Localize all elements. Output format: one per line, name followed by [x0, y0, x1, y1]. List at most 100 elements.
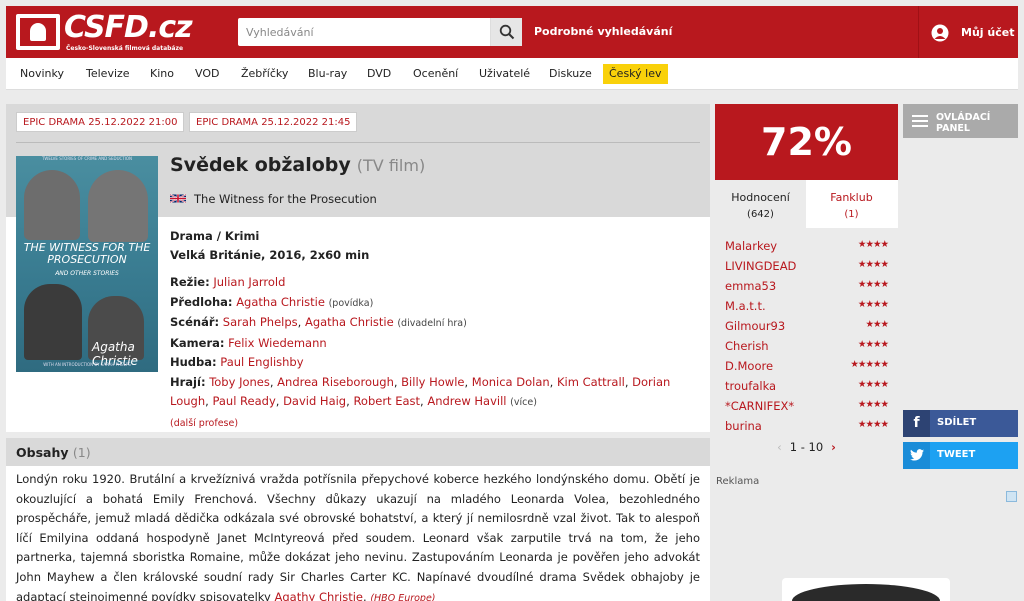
nav-vod[interactable]: VOD — [189, 64, 225, 84]
actor-link[interactable]: Monica Dolan — [472, 375, 550, 389]
person-link[interactable]: Felix Wiedemann — [228, 336, 327, 350]
film-credits: Režie: Julian Jarrold Předloha: Agatha C… — [170, 273, 700, 433]
user-link[interactable]: Malarkey — [725, 239, 777, 253]
ratings-pager: ‹ 1 - 10 › — [715, 440, 898, 454]
user-link[interactable]: burina — [725, 419, 762, 433]
user-link[interactable]: LIVINGDEAD — [725, 259, 796, 273]
advanced-search-link[interactable]: Podrobné vyhledávání — [534, 25, 672, 38]
star-rating: ★★★★ — [857, 339, 889, 350]
actor-link[interactable]: Paul Ready — [212, 394, 275, 408]
tab-ratings[interactable]: Hodnocení (642) — [715, 180, 806, 228]
account-menu[interactable]: Můj účet — [918, 6, 1018, 58]
person-link[interactable]: Julian Jarrold — [213, 275, 285, 289]
nav-uzivatele[interactable]: Uživatelé — [473, 64, 536, 84]
search-box — [238, 18, 522, 46]
control-panel-label: OVLÁDACÍ PANEL — [936, 112, 991, 134]
site-header: CSFD.cz Česko-Slovenská filmová databáze… — [6, 6, 1018, 58]
more-professions-link[interactable]: (další profese) — [170, 418, 238, 429]
person-link[interactable]: Agatha Christie — [236, 295, 325, 309]
star-rating: ★★★★ — [857, 419, 889, 430]
nav-televize[interactable]: Televize — [80, 64, 136, 84]
uk-flag-icon — [170, 193, 186, 204]
poster-top-text: TWELVE STORIES OF CRIME AND SEDUCTION — [41, 156, 133, 161]
star-rating: ★★★★ — [857, 299, 889, 310]
nav-diskuze[interactable]: Diskuze — [543, 64, 598, 84]
rating-panel: 72% Hodnocení (642) Fanklub (1) Malarkey ★★… — [715, 104, 898, 469]
user-link[interactable]: M.a.t.t. — [725, 299, 766, 313]
film-strip-icon — [16, 14, 60, 50]
person-link[interactable]: Paul Englishby — [220, 355, 303, 369]
credit-music: Hudba: Paul Englishby — [170, 355, 304, 369]
nav-dvd[interactable]: DVD — [361, 64, 397, 84]
tv-schedule-tag[interactable]: EPIC DRAMA 25.12.2022 21:45 — [189, 112, 358, 132]
person-link[interactable]: Sarah Phelps — [223, 315, 298, 329]
menu-icon — [912, 115, 928, 127]
search-button[interactable] — [490, 18, 522, 46]
nav-oceneni[interactable]: Ocenění — [407, 64, 464, 84]
ad-banner[interactable] — [782, 578, 950, 601]
account-label: Můj účet — [961, 26, 1015, 39]
user-link[interactable]: *CARNIFEX* — [725, 399, 794, 413]
twitter-icon — [903, 442, 930, 469]
actor-link[interactable]: Billy Howle — [401, 375, 464, 389]
user-link[interactable]: D.Moore — [725, 359, 773, 373]
adchoices-icon[interactable] — [1006, 491, 1017, 502]
logo-subtitle: Česko-Slovenská filmová databáze — [66, 45, 184, 52]
nav-bluray[interactable]: Blu-ray — [302, 64, 353, 84]
rating-row: Malarkey ★★★★ — [725, 238, 889, 256]
poster-portrait — [88, 170, 148, 242]
twitter-tweet-button[interactable]: TWEET — [903, 442, 1018, 469]
credit-director: Režie: Julian Jarrold — [170, 275, 286, 289]
site-logo[interactable]: CSFD.cz Česko-Slovenská filmová databáze — [16, 10, 193, 54]
user-icon — [931, 24, 949, 42]
star-rating: ★★★ — [865, 319, 889, 330]
star-rating: ★★★★★ — [850, 359, 889, 370]
user-link[interactable]: Gilmour93 — [725, 319, 785, 333]
star-rating: ★★★★ — [857, 259, 889, 270]
film-poster[interactable]: TWELVE STORIES OF CRIME AND SEDUCTION TH… — [16, 156, 158, 372]
tv-schedule-tag[interactable]: EPIC DRAMA 25.12.2022 21:00 — [16, 112, 185, 132]
rating-row: Cherish ★★★★ — [725, 338, 889, 356]
plot-count: (1) — [72, 445, 91, 460]
main-nav: Novinky Televize Kino VOD Žebříčky Blu-r… — [6, 58, 1018, 90]
credit-camera: Kamera: Felix Wiedemann — [170, 335, 327, 350]
actor-link[interactable]: David Haig — [283, 394, 346, 408]
rating-row: emma53 ★★★★ — [725, 278, 889, 296]
user-link[interactable]: troufalka — [725, 379, 776, 393]
control-panel-button[interactable]: OVLÁDACÍ PANEL — [903, 104, 1018, 138]
ad-label: Reklama — [716, 476, 760, 487]
user-link[interactable]: Cherish — [725, 339, 769, 353]
actor-link[interactable]: Andrew Havill — [427, 394, 506, 408]
nav-zebricky[interactable]: Žebříčky — [235, 64, 294, 84]
nav-cesky-lev[interactable]: Český lev — [603, 64, 668, 84]
rating-row: LIVINGDEAD ★★★★ — [725, 258, 889, 276]
logo-text: CSFD.cz — [64, 10, 193, 45]
film-panel: EPIC DRAMA 25.12.2022 21:00 EPIC DRAMA 2… — [6, 104, 710, 432]
actor-link[interactable]: Toby Jones — [209, 375, 270, 389]
tweet-label: TWEET — [937, 449, 976, 460]
plot-section: Obsahy (1) Londýn roku 1920. Brutální a … — [6, 438, 710, 601]
star-rating: ★★★★ — [857, 399, 889, 410]
search-input[interactable] — [238, 18, 488, 46]
rating-row: Gilmour93 ★★★ — [725, 318, 889, 336]
user-link[interactable]: emma53 — [725, 279, 776, 293]
tab-fanclub[interactable]: Fanklub (1) — [806, 180, 897, 228]
poster-bottom-text: WITH AN INTRODUCTION BY SARAH PHELPS — [43, 362, 131, 367]
divider — [16, 142, 700, 143]
chevron-left-icon[interactable]: ‹ — [777, 440, 782, 454]
chevron-right-icon[interactable]: › — [831, 440, 836, 454]
share-label: SDÍLET — [937, 417, 977, 428]
plot-source[interactable]: (HBO Europe) — [370, 593, 435, 601]
cast-more-link[interactable]: (více) — [510, 397, 537, 408]
credit-source: Předloha: Agatha Christie (povídka) — [170, 294, 374, 309]
facebook-share-button[interactable]: f SDÍLET — [903, 410, 1018, 437]
author-link[interactable]: Agathy Christie — [275, 590, 364, 601]
rating-row: troufalka ★★★★ — [725, 378, 889, 396]
person-link[interactable]: Agatha Christie — [305, 315, 394, 329]
actor-link[interactable]: Robert East — [353, 394, 420, 408]
nav-novinky[interactable]: Novinky — [14, 64, 70, 84]
actor-link[interactable]: Kim Cattrall — [557, 375, 625, 389]
actor-link[interactable]: Andrea Riseborough — [277, 375, 394, 389]
rating-row: burina ★★★★ — [725, 418, 889, 436]
nav-kino[interactable]: Kino — [144, 64, 180, 84]
